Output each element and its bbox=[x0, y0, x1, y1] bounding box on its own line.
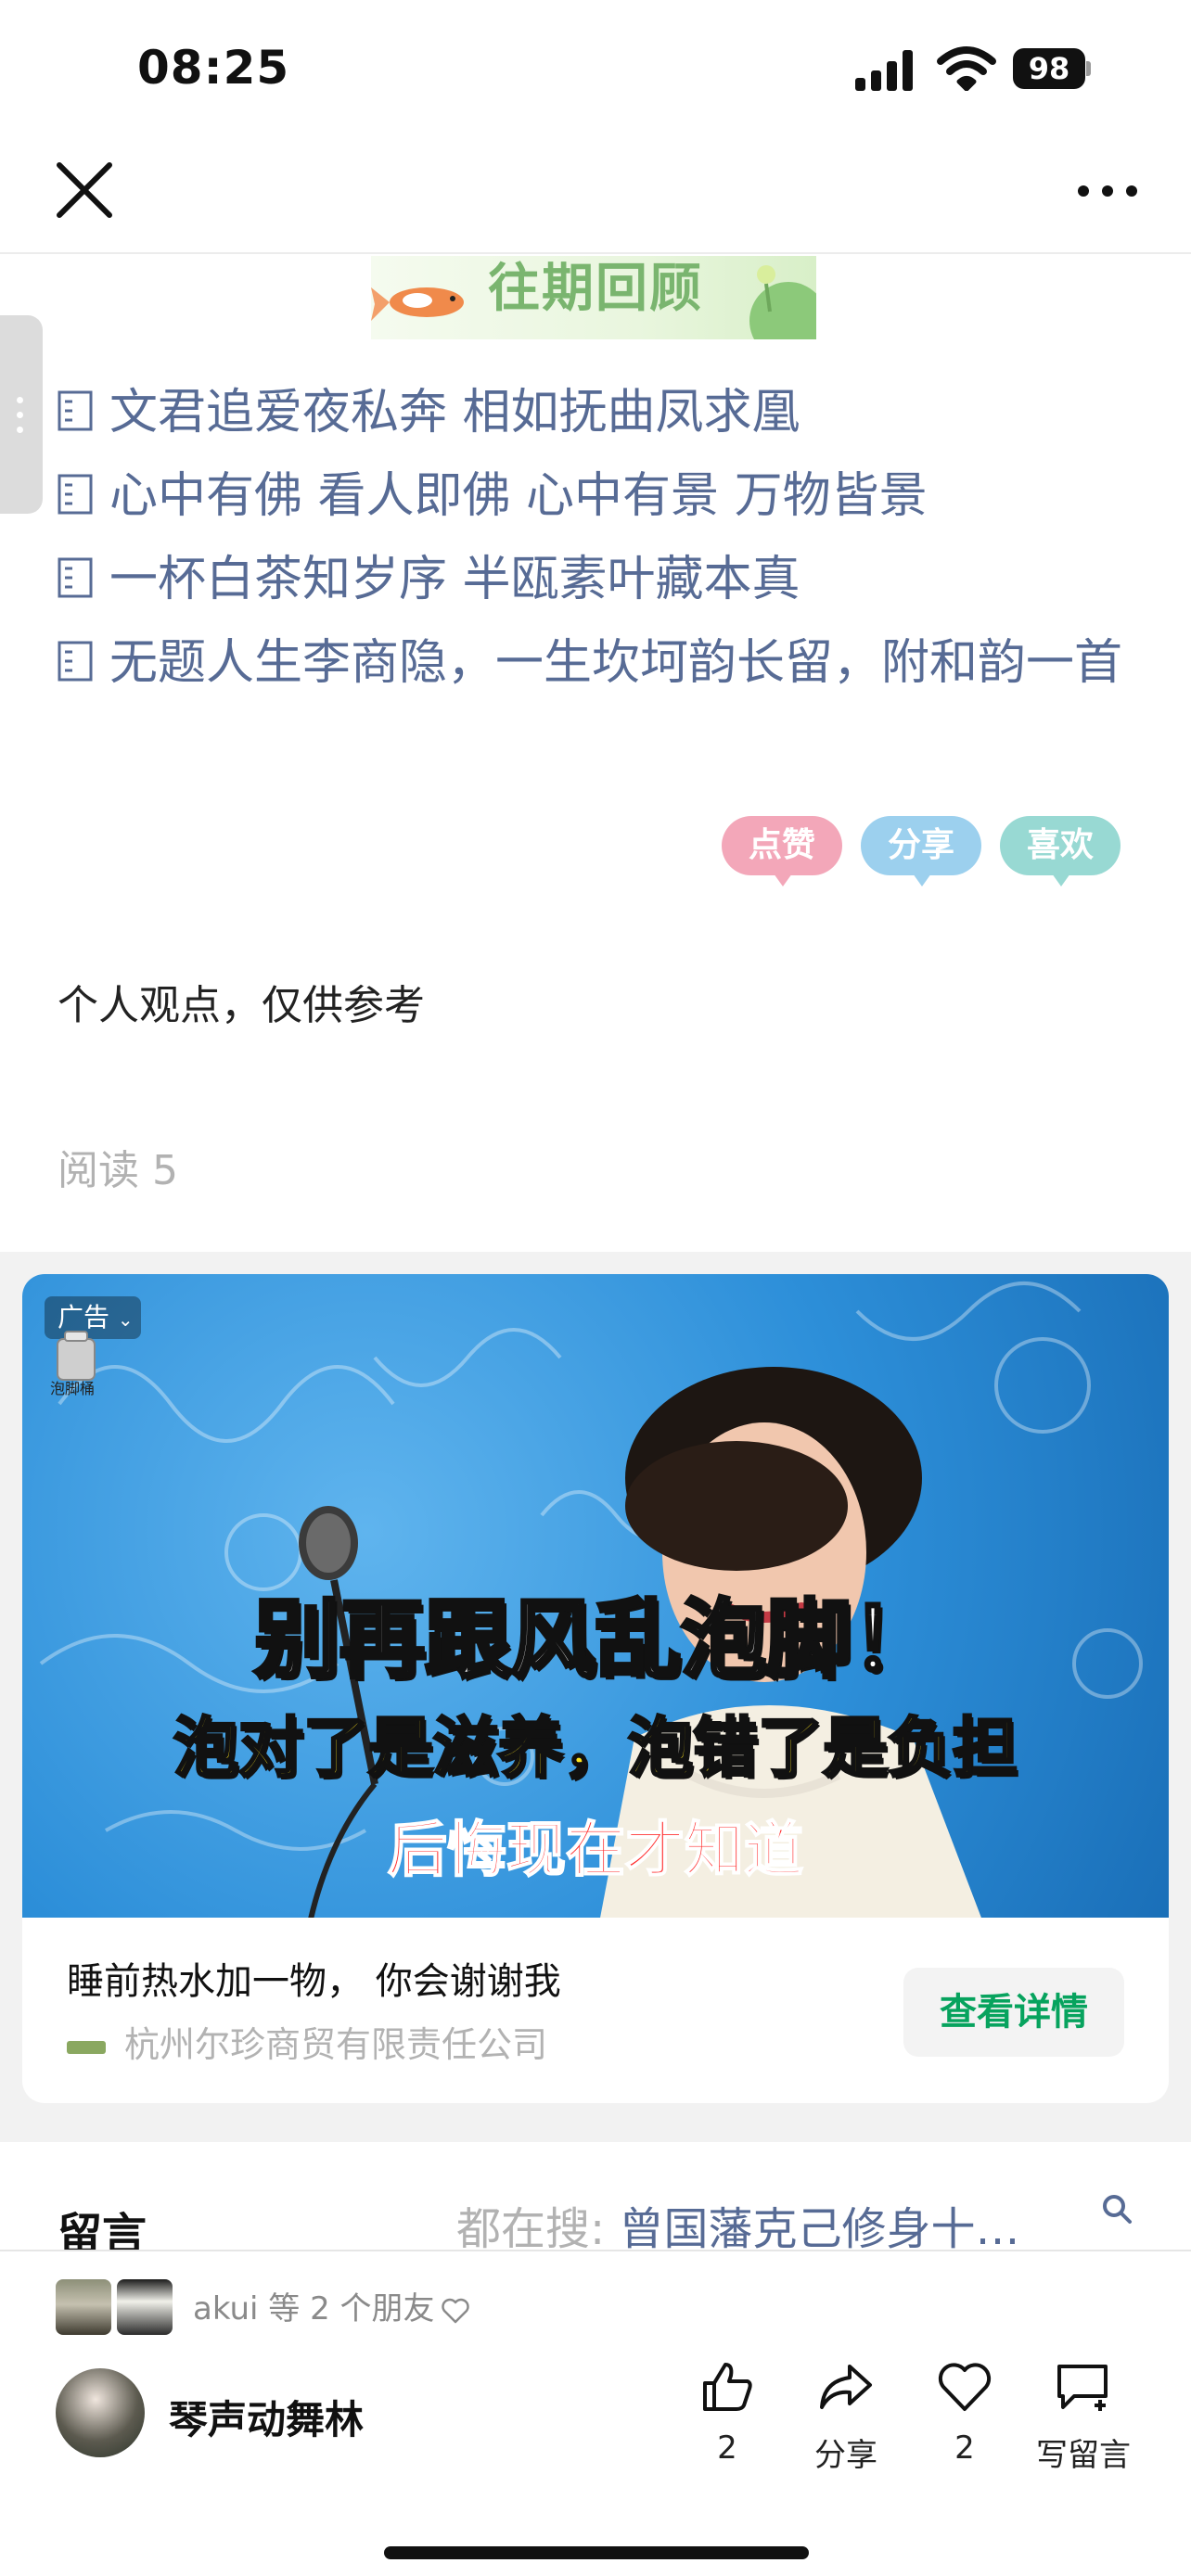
nav-bar bbox=[0, 139, 1191, 254]
ad-headline-sub: 泡对了是滋养，泡错了是负担 bbox=[173, 1709, 1019, 1788]
friends-liked-label: akui 等 2 个朋友 bbox=[193, 2290, 435, 2327]
ad-card[interactable]: 广告 ⌄ 泡脚桶 别再跟风乱泡脚！ 泡对了是滋养，泡错了是负担 后悔现在才知道 … bbox=[22, 1274, 1169, 2103]
trending-search-query: 曾国藩克己修身十… bbox=[619, 2203, 1020, 2255]
ad-logo-text: 泡脚桶 bbox=[50, 1380, 96, 1397]
friends-liked-text[interactable]: akui 等 2 个朋友 bbox=[193, 2283, 470, 2328]
home-indicator[interactable] bbox=[384, 2546, 809, 2559]
more-options-icon[interactable] bbox=[1072, 169, 1143, 210]
friend-avatar[interactable] bbox=[117, 2279, 173, 2335]
document-icon bbox=[58, 557, 93, 598]
trending-search-prefix: 都在搜: bbox=[456, 2203, 620, 2255]
battery-icon: 98 bbox=[1013, 48, 1091, 89]
favorite-button[interactable]: 2 bbox=[909, 2361, 1020, 2467]
ad-headline-red: 后悔现在才知道 bbox=[387, 1816, 804, 1886]
thumbs-up-icon bbox=[703, 2363, 752, 2411]
past-review-banner: 往期回顾 bbox=[371, 256, 816, 339]
trending-search[interactable]: 都在搜: 曾国藩克己修身十… bbox=[456, 2192, 1019, 2257]
lotus-leaf-icon bbox=[749, 265, 816, 339]
close-icon[interactable] bbox=[52, 158, 117, 223]
wifi-icon bbox=[937, 46, 996, 91]
article-link[interactable]: 无题人生李商隐，一生坎坷韵长留，附和韵一首 bbox=[58, 621, 1143, 705]
friend-avatar[interactable] bbox=[56, 2279, 111, 2335]
bottom-action-bar: akui 等 2 个朋友 琴声动舞林 2 分享 2 写留言 bbox=[0, 2250, 1191, 2576]
floating-window-handle[interactable] bbox=[0, 315, 43, 514]
document-icon bbox=[58, 474, 93, 515]
opinion-text: 个人观点，仅供参考 bbox=[58, 982, 425, 1029]
article-link[interactable]: 一杯白茶知岁序 半瓯素叶藏本真 bbox=[58, 538, 1143, 621]
read-count: 阅读 5 bbox=[58, 1147, 178, 1194]
document-icon bbox=[58, 390, 93, 431]
comments-header: 留言 都在搜: 曾国藩克己修身十… bbox=[0, 2142, 1191, 2261]
search-icon[interactable] bbox=[1100, 2192, 1133, 2225]
article-link-list: 文君追爱夜私奔 相如抚曲凤求凰 心中有佛 看人即佛 心中有景 万物皆景 一杯白茶… bbox=[58, 371, 1143, 705]
article-link-label: 无题人生李商隐，一生坎坷韵长留，附和韵一首 bbox=[109, 635, 1123, 691]
author-avatar[interactable] bbox=[56, 2368, 145, 2457]
company-logo-icon bbox=[67, 2040, 106, 2054]
favorite-sticker[interactable]: 喜欢 bbox=[1000, 816, 1121, 886]
ad-company-name: 杭州尔珍商贸有限责任公司 bbox=[124, 2024, 548, 2065]
heart-outline-icon bbox=[441, 2298, 469, 2323]
article-link[interactable]: 心中有佛 看人即佛 心中有景 万物皆景 bbox=[58, 454, 1143, 538]
favorite-count: 2 bbox=[954, 2429, 975, 2467]
write-comment-label: 写留言 bbox=[1036, 2437, 1131, 2474]
ad-section: 广告 ⌄ 泡脚桶 别再跟风乱泡脚！ 泡对了是滋养，泡错了是负担 后悔现在才知道 … bbox=[0, 1252, 1191, 2142]
share-sticker[interactable]: 分享 bbox=[861, 816, 981, 886]
like-count: 2 bbox=[717, 2429, 737, 2467]
comment-add-icon bbox=[1057, 2365, 1108, 2411]
like-sticker[interactable]: 点赞 bbox=[722, 816, 842, 886]
ad-title[interactable]: 睡前热水加一物， 你会谢谢我 bbox=[67, 1951, 561, 2005]
share-button[interactable]: 分享 bbox=[790, 2361, 902, 2475]
share-label: 分享 bbox=[814, 2437, 877, 2474]
article-link-label: 一杯白茶知岁序 半瓯素叶藏本真 bbox=[109, 552, 800, 607]
battery-level: 98 bbox=[1013, 48, 1085, 89]
banner-text: 往期回顾 bbox=[488, 259, 703, 319]
cellular-signal-icon bbox=[855, 50, 920, 91]
view-details-button[interactable]: 查看详情 bbox=[903, 1968, 1124, 2057]
ad-headline-main: 别再跟风乱泡脚！ bbox=[252, 1588, 939, 1691]
like-button[interactable]: 2 bbox=[672, 2361, 783, 2467]
chevron-down-icon: ⌄ bbox=[117, 1308, 134, 1331]
reaction-stickers: 点赞 分享 喜欢 bbox=[722, 816, 1130, 890]
status-bar: 08:25 98 bbox=[0, 0, 1191, 139]
status-time: 08:25 bbox=[137, 41, 290, 95]
koi-fish-icon bbox=[371, 287, 464, 321]
ad-company: 杭州尔珍商贸有限责任公司 bbox=[67, 2016, 547, 2067]
article-link[interactable]: 文君追爱夜私奔 相如抚曲凤求凰 bbox=[58, 371, 1143, 454]
article-link-label: 心中有佛 看人即佛 心中有景 万物皆景 bbox=[109, 468, 928, 524]
author-name[interactable]: 琴声动舞林 bbox=[169, 2389, 364, 2445]
document-icon bbox=[58, 641, 93, 682]
share-icon bbox=[820, 2365, 872, 2409]
ad-image[interactable]: 广告 ⌄ 泡脚桶 别再跟风乱泡脚！ 泡对了是滋养，泡错了是负担 后悔现在才知道 bbox=[22, 1274, 1169, 1918]
write-comment-button[interactable]: 写留言 bbox=[1028, 2361, 1139, 2475]
article-link-label: 文君追爱夜私奔 相如抚曲凤求凰 bbox=[109, 385, 800, 440]
heart-icon bbox=[938, 2363, 992, 2411]
